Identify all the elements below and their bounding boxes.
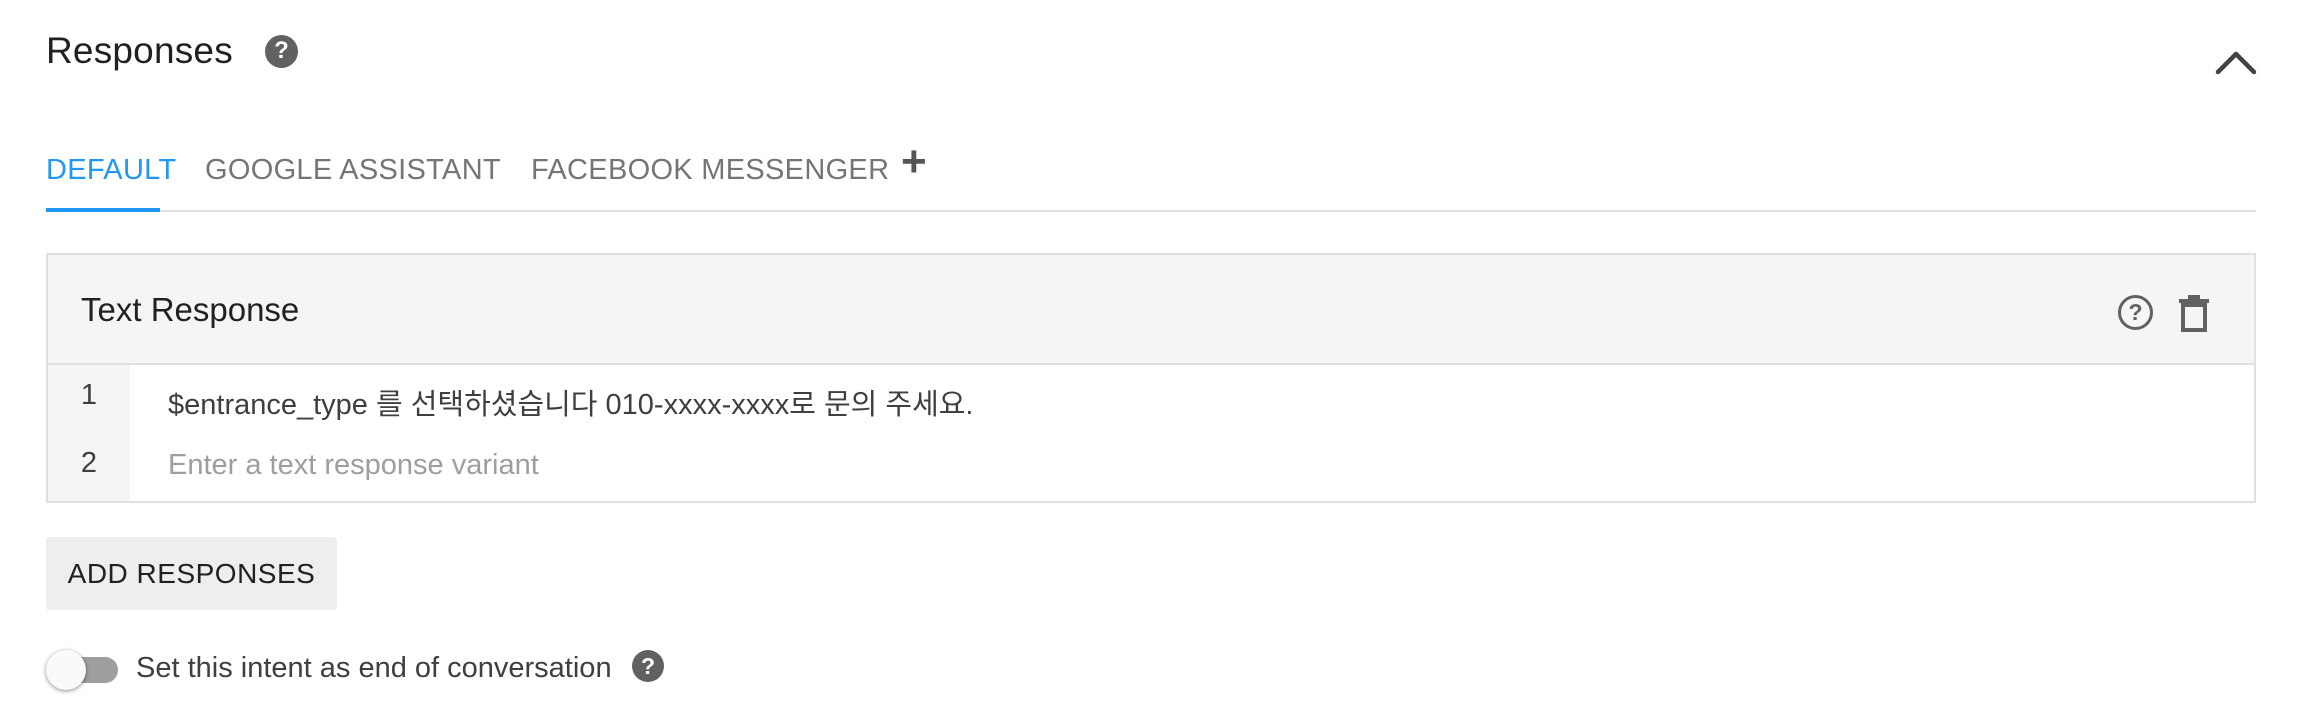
platform-tabs: DEFAULT GOOGLE ASSISTANT FACEBOOK MESSEN…: [46, 140, 2256, 212]
tab-facebook-messenger[interactable]: FACEBOOK MESSENGER: [531, 154, 889, 187]
help-circle-icon[interactable]: ?: [2118, 295, 2153, 330]
add-responses-button[interactable]: ADD RESPONSES: [46, 537, 337, 610]
response-rows: 1 $entrance_type 를 선택하셨습니다 010-xxxx-xxxx…: [48, 365, 2254, 501]
end-conversation-label: Set this intent as end of conversation: [136, 652, 612, 684]
row-number: 2: [80, 447, 98, 479]
trash-icon[interactable]: [2179, 294, 2209, 332]
end-conversation-toggle[interactable]: [46, 650, 118, 690]
card-title: Text Response: [81, 291, 300, 328]
row-number: 1: [80, 379, 98, 411]
response-row[interactable]: 1 $entrance_type 를 선택하셨습니다 010-xxxx-xxxx…: [48, 365, 2254, 433]
add-tab-icon[interactable]: +: [901, 140, 927, 184]
responses-header: Responses ?: [46, 30, 298, 72]
section-title: Responses: [46, 30, 233, 71]
response-variant-input[interactable]: Enter a text response variant: [168, 449, 539, 482]
active-tab-indicator: [46, 208, 160, 212]
card-header: Text Response ?: [48, 255, 2254, 365]
help-icon[interactable]: ?: [632, 650, 664, 682]
toggle-knob: [46, 650, 86, 690]
response-row[interactable]: 2 Enter a text response variant: [48, 433, 2254, 501]
text-response-card: Text Response ? 1 $entrance_type 를 선택하셨습…: [46, 253, 2256, 503]
response-text-field[interactable]: $entrance_type 를 선택하셨습니다 010-xxxx-xxxx로 …: [168, 381, 974, 423]
tab-google-assistant[interactable]: GOOGLE ASSISTANT: [205, 154, 501, 187]
chevron-up-icon[interactable]: [2212, 46, 2260, 76]
tab-default[interactable]: DEFAULT: [46, 154, 176, 187]
help-icon[interactable]: ?: [264, 34, 298, 68]
